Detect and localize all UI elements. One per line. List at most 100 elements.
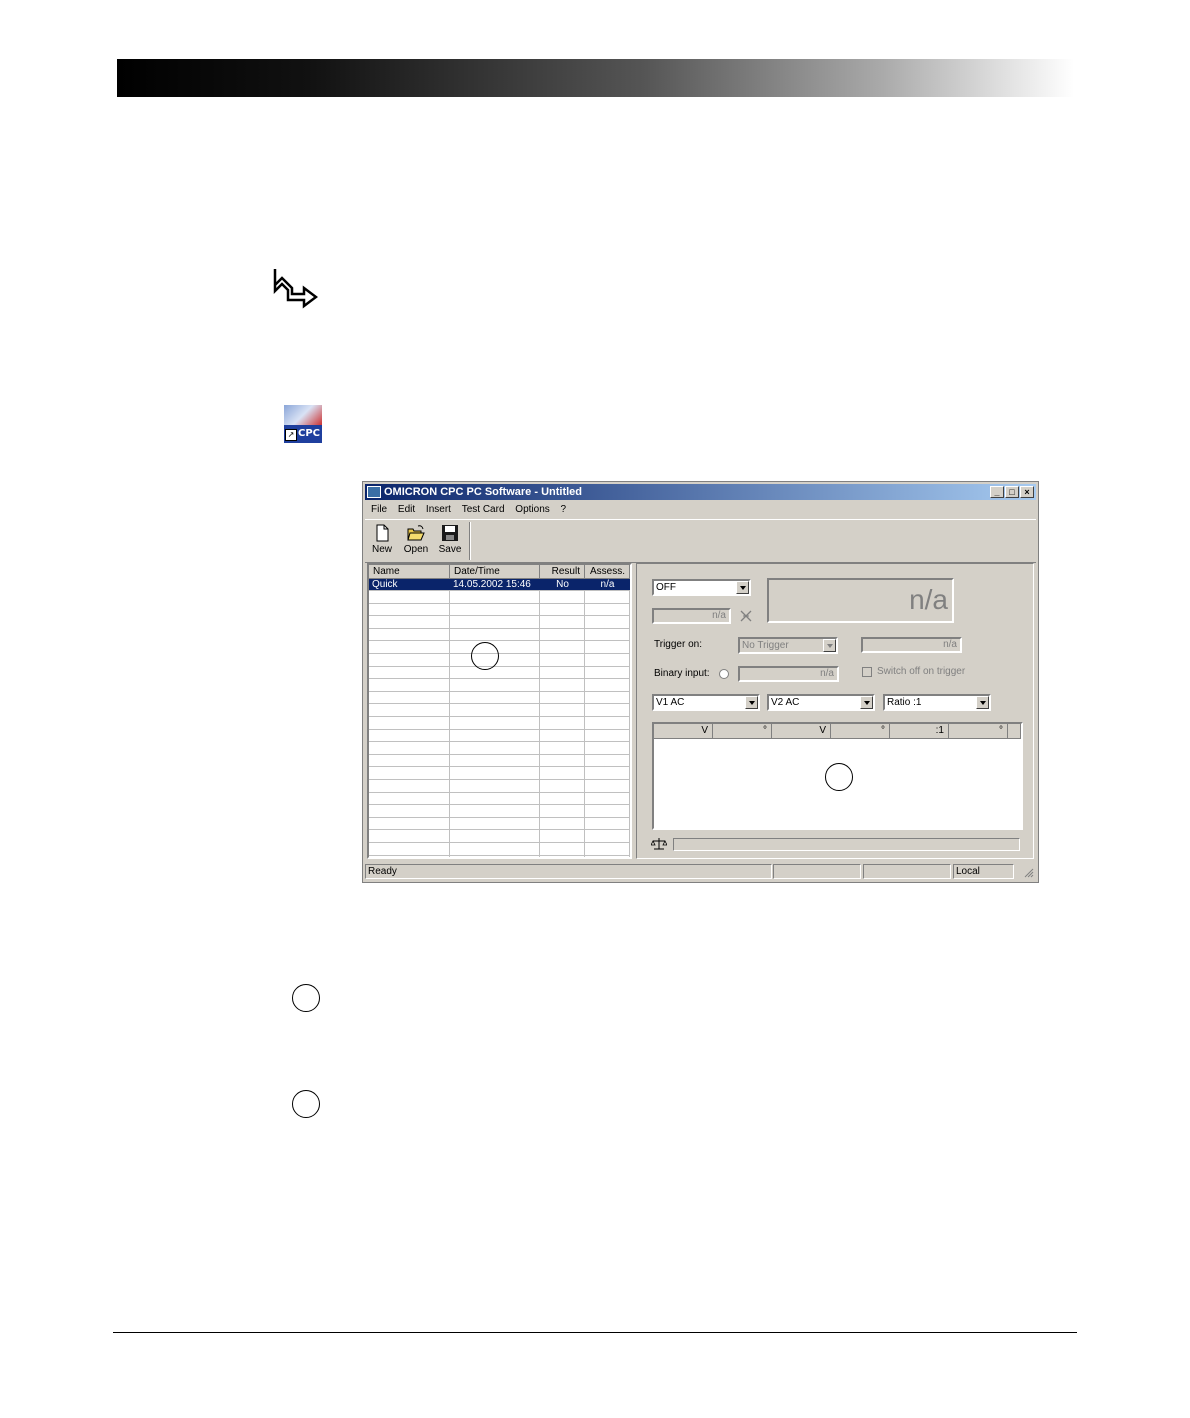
status-pane [773, 864, 861, 879]
trigger-field: n/a [861, 637, 962, 653]
save-button[interactable]: Save [433, 524, 467, 560]
result-header: ° [831, 724, 890, 739]
table-row[interactable] [369, 856, 630, 857]
minimize-button[interactable]: _ [990, 486, 1004, 498]
page-footer-rule [113, 1332, 1077, 1333]
menu-edit[interactable]: Edit [398, 501, 415, 518]
row-result: No [556, 579, 569, 590]
table-row[interactable] [369, 642, 630, 654]
table-row[interactable] [369, 592, 630, 604]
toolbar: New Open Save [365, 519, 1036, 563]
chevron-down-icon[interactable] [860, 696, 873, 709]
measurement3-select[interactable]: Ratio :1 [883, 694, 991, 711]
result-header: V [654, 724, 713, 739]
reset-icon[interactable] [739, 609, 753, 623]
trigger-select-value: No Trigger [742, 640, 789, 651]
page-header-bar [117, 59, 1074, 97]
open-button-label: Open [403, 544, 429, 555]
table-row[interactable] [369, 680, 630, 692]
measurement-display: n/a [767, 578, 954, 623]
resize-grip-icon[interactable] [1022, 866, 1034, 878]
table-row[interactable] [369, 730, 630, 743]
note-arrow-icon [273, 269, 318, 309]
table-row[interactable] [369, 667, 630, 680]
app-logo-icon [367, 486, 381, 498]
col-assess[interactable]: Assess. [585, 565, 630, 579]
table-row[interactable] [369, 844, 630, 856]
close-button[interactable]: × [1020, 486, 1034, 498]
binary-input-label: Binary input: [654, 668, 710, 679]
table-row[interactable] [369, 718, 630, 730]
table-row[interactable] [369, 806, 630, 818]
test-list-header: Name Date/Time Result Assess. [369, 565, 630, 579]
callout-legend-1 [292, 984, 320, 1012]
menu-bar: File Edit Insert Test Card Options ? [365, 501, 1036, 518]
menu-file[interactable]: File [371, 501, 387, 518]
status-bar: Ready Local [365, 862, 1036, 880]
status-pane [863, 864, 951, 879]
measurement1-value: V1 AC [656, 697, 685, 708]
toolbar-separator [469, 522, 471, 560]
new-document-icon [376, 524, 389, 542]
table-row[interactable]: Quick 14.05.2002 15:46 No n/a [369, 579, 630, 591]
table-row[interactable] [369, 743, 630, 755]
menu-options[interactable]: Options [515, 501, 549, 518]
trigger-select[interactable]: No Trigger [738, 637, 838, 654]
col-datetime[interactable]: Date/Time [450, 565, 540, 579]
app-window: OMICRON CPC PC Software - Untitled _ □ ×… [362, 481, 1039, 883]
table-row[interactable] [369, 629, 630, 642]
binary-input-radio[interactable] [719, 669, 729, 679]
cpc-shortcut-icon: CPC ↗ [284, 405, 322, 443]
col-name[interactable]: Name [369, 565, 450, 579]
switch-off-checkbox[interactable] [862, 667, 872, 677]
chevron-down-icon[interactable] [736, 581, 749, 594]
table-row[interactable] [369, 768, 630, 780]
callout-legend-2 [292, 1090, 320, 1118]
table-row[interactable] [369, 604, 630, 617]
result-header-end [1008, 724, 1021, 739]
table-row[interactable] [369, 818, 630, 831]
trigger-label: Trigger on: [654, 639, 702, 650]
row-assess: n/a [600, 579, 615, 590]
title-bar[interactable]: OMICRON CPC PC Software - Untitled _ □ × [365, 484, 1036, 500]
row-name: Quick [372, 579, 398, 590]
status-mode: Local [953, 864, 1014, 879]
test-list-grid[interactable]: Name Date/Time Result Assess. Quick 14.0… [367, 563, 632, 859]
measurement2-value: V2 AC [771, 697, 800, 708]
quick-panel: OFF n/a n/a Trigger on: No Trigger n/a B… [636, 563, 1034, 859]
table-row[interactable] [369, 705, 630, 717]
table-row[interactable] [369, 692, 630, 705]
col-result[interactable]: Result [540, 565, 585, 579]
mode-select[interactable]: OFF [652, 579, 751, 596]
table-row[interactable] [369, 655, 630, 667]
menu-test-card[interactable]: Test Card [462, 501, 505, 518]
window-title: OMICRON CPC PC Software - Untitled [384, 486, 583, 498]
table-row[interactable] [369, 831, 630, 843]
menu-help[interactable]: ? [561, 501, 567, 518]
new-button[interactable]: New [365, 524, 399, 560]
chevron-down-icon[interactable] [823, 639, 836, 652]
switch-off-label: Switch off on trigger [877, 666, 966, 677]
callout-circle-2 [825, 763, 853, 791]
mode-select-value: OFF [656, 582, 676, 593]
status-text: Ready [365, 864, 772, 879]
balance-scale-icon [651, 838, 667, 850]
assessment-bar [673, 838, 1020, 851]
table-row[interactable] [369, 793, 630, 806]
table-row[interactable] [369, 617, 630, 629]
result-header: :1 [890, 724, 949, 739]
row-datetime: 14.05.2002 15:46 [453, 579, 531, 590]
maximize-button[interactable]: □ [1005, 486, 1019, 498]
save-button-label: Save [438, 544, 462, 555]
table-row[interactable] [369, 755, 630, 768]
table-row[interactable] [369, 781, 630, 793]
measurement2-select[interactable]: V2 AC [767, 694, 875, 711]
measurement3-value: Ratio :1 [887, 697, 922, 708]
open-button[interactable]: Open [399, 524, 433, 560]
menu-insert[interactable]: Insert [426, 501, 451, 518]
measurement1-select[interactable]: V1 AC [652, 694, 760, 711]
open-folder-icon [407, 525, 425, 541]
chevron-down-icon[interactable] [745, 696, 758, 709]
chevron-down-icon[interactable] [976, 696, 989, 709]
result-header: V [772, 724, 831, 739]
